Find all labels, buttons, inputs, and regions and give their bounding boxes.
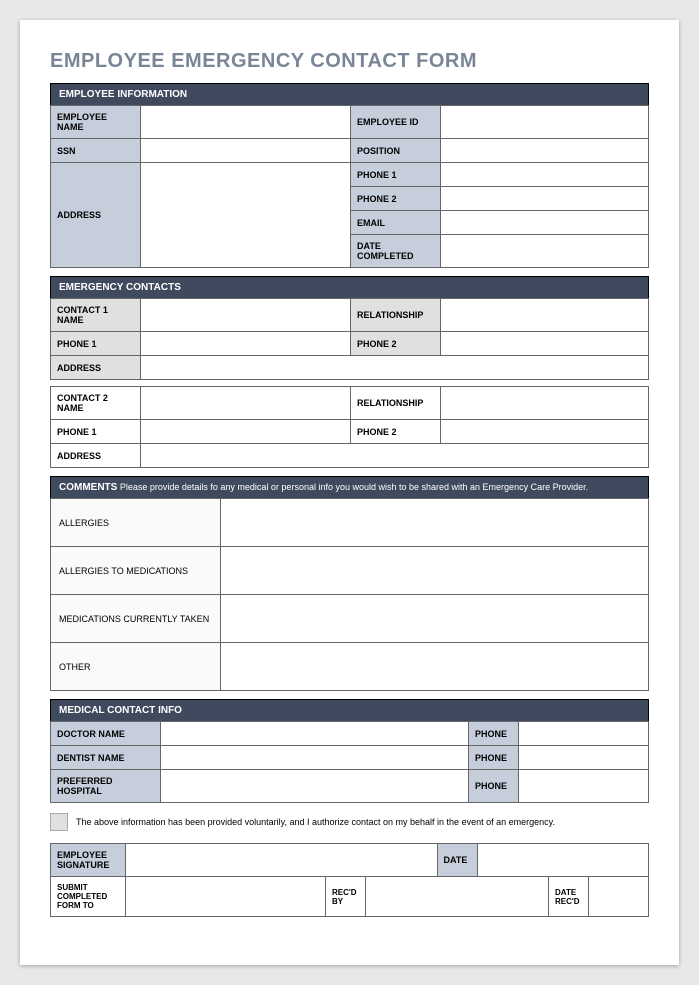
label-recd-by: REC'D BY [326, 877, 366, 917]
field-employee-signature[interactable] [126, 844, 438, 877]
comments-table: ALLERGIES ALLERGIES TO MEDICATIONS MEDIC… [50, 498, 649, 691]
label-contact2-name: CONTACT 2 NAME [51, 387, 141, 420]
field-phone1[interactable] [441, 163, 649, 187]
label-meds-current: MEDICATIONS CURRENTLY TAKEN [51, 595, 221, 643]
field-dentist[interactable] [161, 746, 469, 770]
field-contact2-phone1[interactable] [141, 420, 351, 444]
label-dentist: DENTIST NAME [51, 746, 161, 770]
field-date-completed[interactable] [441, 235, 649, 268]
label-doctor: DOCTOR NAME [51, 722, 161, 746]
field-ssn[interactable] [141, 139, 351, 163]
label-contact1-relationship: RELATIONSHIP [351, 299, 441, 332]
field-employee-name[interactable] [141, 106, 351, 139]
label-contact1-phone2: PHONE 2 [351, 332, 441, 356]
field-contact1-name[interactable] [141, 299, 351, 332]
label-sig-date: DATE [437, 844, 477, 877]
label-contact1-name: CONTACT 1 NAME [51, 299, 141, 332]
field-contact1-phone2[interactable] [441, 332, 649, 356]
field-contact1-relationship[interactable] [441, 299, 649, 332]
field-position[interactable] [441, 139, 649, 163]
field-contact2-phone2[interactable] [441, 420, 649, 444]
field-employee-id[interactable] [441, 106, 649, 139]
label-email: EMAIL [351, 211, 441, 235]
field-contact2-relationship[interactable] [441, 387, 649, 420]
label-submit-to: SUBMIT COMPLETED FORM TO [51, 877, 126, 917]
field-meds-current[interactable] [221, 595, 649, 643]
label-contact2-relationship: RELATIONSHIP [351, 387, 441, 420]
field-sig-date[interactable] [477, 844, 649, 877]
label-address: ADDRESS [51, 163, 141, 268]
label-contact1-phone1: PHONE 1 [51, 332, 141, 356]
field-contact2-name[interactable] [141, 387, 351, 420]
field-doctor[interactable] [161, 722, 469, 746]
field-other[interactable] [221, 643, 649, 691]
label-contact1-address: ADDRESS [51, 356, 141, 380]
field-allergies-meds[interactable] [221, 547, 649, 595]
form-title: EMPLOYEE EMERGENCY CONTACT FORM [50, 50, 649, 73]
label-doctor-phone: PHONE [469, 722, 519, 746]
label-contact2-address: ADDRESS [51, 444, 141, 468]
field-contact2-address[interactable] [141, 444, 649, 468]
signature-table: EMPLOYEE SIGNATURE DATE SUBMIT COMPLETED… [50, 843, 649, 917]
label-contact2-phone1: PHONE 1 [51, 420, 141, 444]
field-contact1-address[interactable] [141, 356, 649, 380]
label-phone2: PHONE 2 [351, 187, 441, 211]
label-dentist-phone: PHONE [469, 746, 519, 770]
authorization-checkbox[interactable] [50, 813, 68, 831]
label-date-completed: DATE COMPLETED [351, 235, 441, 268]
label-employee-name: EMPLOYEE NAME [51, 106, 141, 139]
field-phone2[interactable] [441, 187, 649, 211]
employee-info-table: EMPLOYEE NAME EMPLOYEE ID SSN POSITION A… [50, 105, 649, 268]
field-doctor-phone[interactable] [519, 722, 649, 746]
emergency-contacts-table-2: CONTACT 2 NAME RELATIONSHIP PHONE 1 PHON… [50, 386, 649, 468]
section-emergency-contacts-header: EMERGENCY CONTACTS [50, 276, 649, 298]
field-dentist-phone[interactable] [519, 746, 649, 770]
label-date-recd: DATE REC'D [549, 877, 589, 917]
field-contact1-phone1[interactable] [141, 332, 351, 356]
label-phone1: PHONE 1 [351, 163, 441, 187]
label-allergies: ALLERGIES [51, 499, 221, 547]
section-comments-header: COMMENTS Please provide details fo any m… [50, 476, 649, 498]
field-allergies[interactable] [221, 499, 649, 547]
form-page: EMPLOYEE EMERGENCY CONTACT FORM EMPLOYEE… [20, 20, 679, 965]
field-recd-by[interactable] [366, 877, 549, 917]
label-hospital-phone: PHONE [469, 770, 519, 803]
field-submit-to[interactable] [126, 877, 326, 917]
field-hospital-phone[interactable] [519, 770, 649, 803]
label-employee-signature: EMPLOYEE SIGNATURE [51, 844, 126, 877]
section-employee-info-header: EMPLOYEE INFORMATION [50, 83, 649, 105]
comments-header-note: Please provide details fo any medical or… [117, 482, 588, 492]
label-position: POSITION [351, 139, 441, 163]
comments-header-bold: COMMENTS [59, 482, 117, 493]
field-hospital[interactable] [161, 770, 469, 803]
field-date-recd[interactable] [589, 877, 649, 917]
authorization-row: The above information has been provided … [50, 813, 649, 831]
label-ssn: SSN [51, 139, 141, 163]
label-hospital: PREFERRED HOSPITAL [51, 770, 161, 803]
medical-info-table: DOCTOR NAME PHONE DENTIST NAME PHONE PRE… [50, 721, 649, 803]
label-employee-id: EMPLOYEE ID [351, 106, 441, 139]
authorization-text: The above information has been provided … [76, 817, 555, 827]
label-contact2-phone2: PHONE 2 [351, 420, 441, 444]
field-address[interactable] [141, 163, 351, 268]
label-allergies-meds: ALLERGIES TO MEDICATIONS [51, 547, 221, 595]
field-email[interactable] [441, 211, 649, 235]
section-medical-info-header: MEDICAL CONTACT INFO [50, 699, 649, 721]
emergency-contacts-table-1: CONTACT 1 NAME RELATIONSHIP PHONE 1 PHON… [50, 298, 649, 380]
label-other: OTHER [51, 643, 221, 691]
